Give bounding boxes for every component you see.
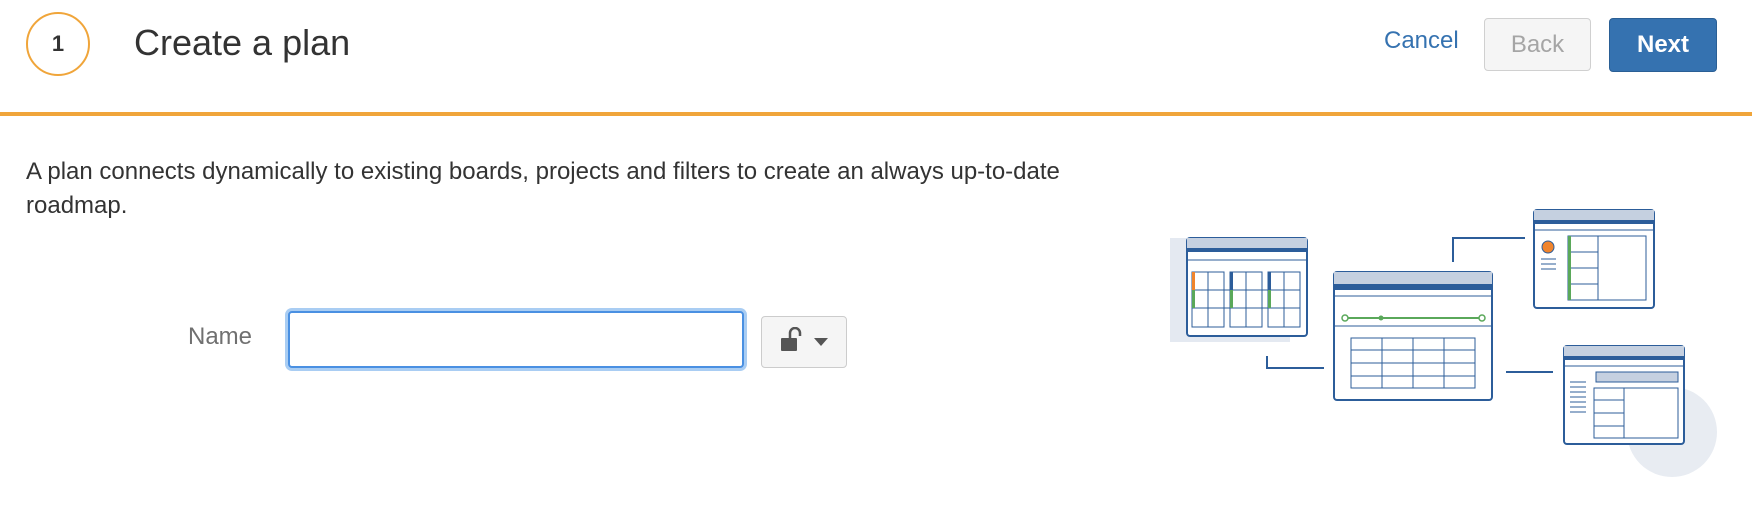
plan-panel — [1333, 271, 1493, 401]
roadmap-illustration — [1170, 209, 1717, 477]
page-title: Create a plan — [134, 22, 351, 63]
plan-description: A plan connects dynamically to existing … — [26, 158, 1060, 219]
name-input[interactable] — [288, 311, 744, 368]
back-button[interactable]: Back — [1484, 18, 1591, 71]
privacy-dropdown-button[interactable] — [761, 316, 847, 368]
name-label: Name — [188, 323, 253, 350]
project-panel — [1533, 209, 1655, 309]
board-panel — [1186, 237, 1308, 337]
next-button[interactable]: Next — [1609, 18, 1717, 72]
step-indicator: 1 — [26, 12, 90, 76]
caret-down-icon — [814, 333, 828, 351]
cancel-button[interactable]: Cancel — [1384, 27, 1459, 55]
wizard-header: 1 Create a plan Cancel Back Next — [0, 0, 1752, 116]
unlock-icon — [780, 326, 802, 358]
filter-panel — [1563, 345, 1685, 445]
